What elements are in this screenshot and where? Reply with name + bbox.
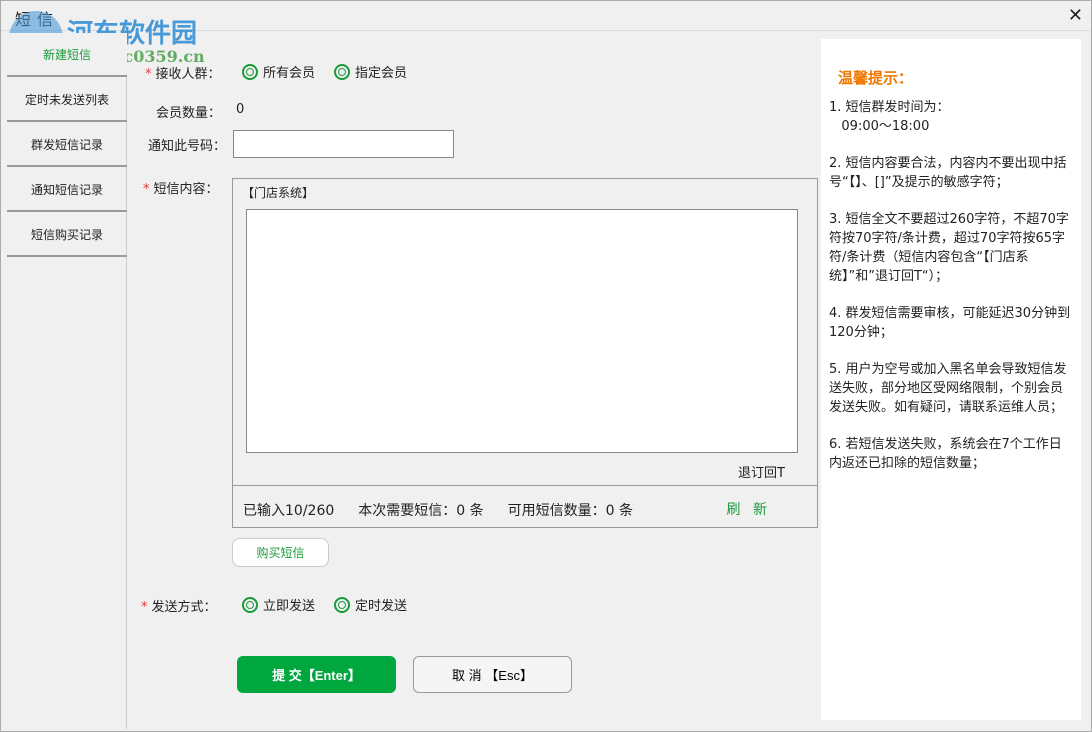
radio-label: 立即发送 xyxy=(263,599,316,614)
message-box: 【门店系统】 退订回T 已输入10/260 本次需要短信：0 条 可用短信数量：… xyxy=(232,178,818,528)
radio-icon xyxy=(334,63,350,80)
cancel-button[interactable]: 取 消 【Esc】 xyxy=(413,656,572,693)
content-label-text: 短信内容： xyxy=(153,182,219,197)
content-label: * 短信内容： xyxy=(143,178,219,197)
sms-stats: 已输入10/260 本次需要短信：0 条 可用短信数量：0 条 xyxy=(243,500,633,520)
needed-count: 本次需要短信：0 条 xyxy=(358,503,484,519)
sms-window: 短信 ✕ 新建短信 定时未发送列表 群发短信记录 通知短信记录 短信购买记录 河… xyxy=(0,0,1092,732)
recipients-label: * 接收人群： xyxy=(145,63,221,82)
tab-purchase-records[interactable]: 短信购买记录 xyxy=(7,213,127,257)
window-title: 短信 xyxy=(15,10,60,29)
tip-item: 4. 群发短信需要审核，可能延迟30分钟到120分钟； xyxy=(829,306,1071,340)
radio-icon xyxy=(242,63,258,80)
required-mark: * xyxy=(141,600,148,615)
sidebar: 新建短信 定时未发送列表 群发短信记录 通知短信记录 短信购买记录 xyxy=(6,33,127,729)
refresh-button[interactable]: 刷 新 xyxy=(727,499,771,519)
member-count-value: 0 xyxy=(236,102,245,117)
close-icon[interactable]: ✕ xyxy=(1068,5,1083,26)
title-divider xyxy=(1,30,1091,31)
submit-button[interactable]: 提 交【Enter】 xyxy=(237,656,396,693)
radio-label: 指定会员 xyxy=(355,66,408,81)
tip-item: 5. 用户为空号或加入黑名单会导致短信发送失败，部分地区受网络限制，个别会员发送… xyxy=(829,362,1067,415)
tab-notify-records[interactable]: 通知短信记录 xyxy=(7,168,127,212)
required-mark: * xyxy=(143,182,150,197)
radio-label: 定时发送 xyxy=(355,599,408,614)
radio-send-scheduled[interactable]: 定时发送 xyxy=(334,595,407,614)
radio-icon xyxy=(242,596,258,613)
typed-count: 已输入10/260 xyxy=(243,503,335,519)
tip-item: 1. 短信群发时间为： 09:00～18:00 xyxy=(829,100,950,134)
tip-item: 3. 短信全文不要超过260字符，不超70字符按70字符/条计费，超过70字符按… xyxy=(829,212,1069,284)
buy-sms-button[interactable]: 购买短信 xyxy=(232,538,329,567)
content-textarea[interactable] xyxy=(246,209,798,453)
tab-bulk-records[interactable]: 群发短信记录 xyxy=(7,123,127,167)
radio-icon xyxy=(334,596,350,613)
member-count-label: 会员数量： xyxy=(156,106,222,121)
notify-number-label: 通知此号码： xyxy=(148,139,227,154)
tips-title: 温馨提示： xyxy=(838,69,914,87)
radio-label: 所有会员 xyxy=(263,66,316,81)
tip-item: 6. 若短信发送失败，系统会在7个工作日内返还已扣除的短信数量； xyxy=(829,437,1062,471)
radio-all-members[interactable]: 所有会员 xyxy=(242,62,315,81)
tips-panel: 温馨提示： 1. 短信群发时间为： 09:00～18:00 2. 短信内容要合法… xyxy=(821,39,1081,720)
available-count: 可用短信数量：0 条 xyxy=(507,503,633,519)
required-mark: * xyxy=(145,67,152,82)
radio-specific-members[interactable]: 指定会员 xyxy=(334,62,407,81)
notify-number-input[interactable] xyxy=(233,130,454,158)
tab-scheduled-unsent[interactable]: 定时未发送列表 xyxy=(7,78,127,122)
signature: 【门店系统】 xyxy=(242,186,315,200)
tab-new-sms[interactable]: 新建短信 xyxy=(7,33,127,77)
send-method-label-text: 发送方式： xyxy=(151,600,217,615)
recipients-label-text: 接收人群： xyxy=(155,67,221,82)
unsubscribe-text: 退订回T xyxy=(738,466,785,481)
tip-item: 2. 短信内容要合法，内容内不要出现中括号“【】、[]”及提示的敏感字符； xyxy=(829,156,1067,190)
send-method-label: * 发送方式： xyxy=(141,596,217,615)
radio-send-now[interactable]: 立即发送 xyxy=(242,595,315,614)
divider xyxy=(233,485,817,486)
